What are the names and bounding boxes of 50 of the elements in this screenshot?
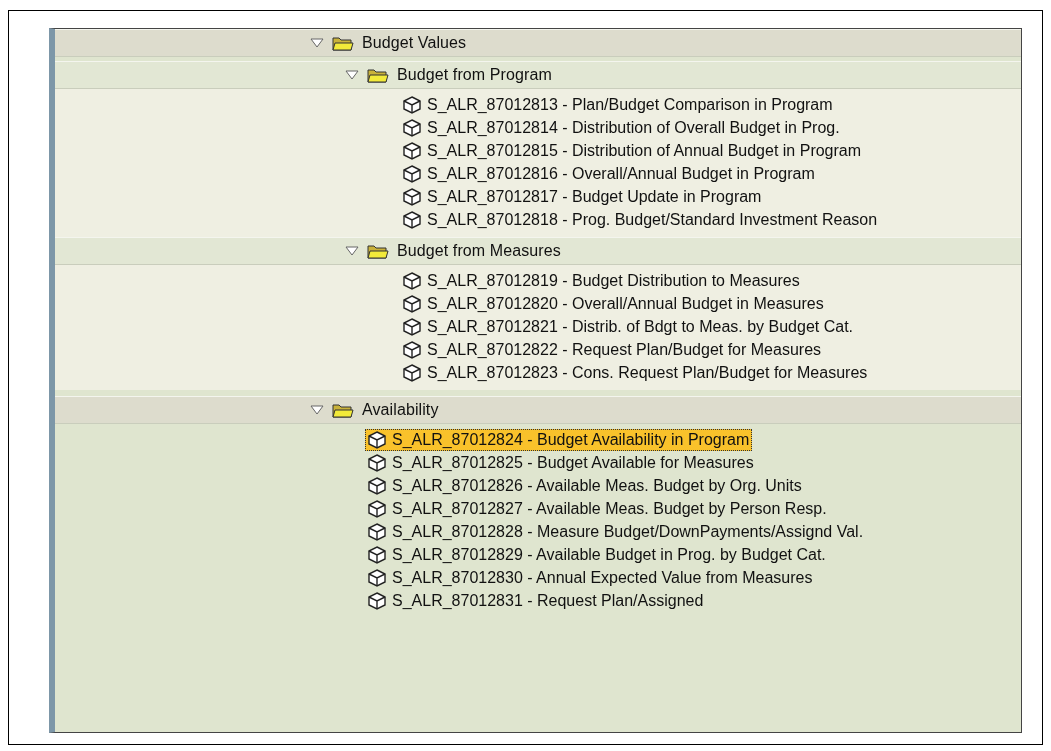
report-item[interactable]: S_ALR_87012830 - Annual Expected Value from Measures (365, 566, 816, 589)
report-item[interactable]: S_ALR_87012819 - Budget Distribution to Measures (400, 269, 803, 292)
report-item[interactable]: S_ALR_87012814 - Distribution of Overall Budget in Prog. (400, 116, 843, 139)
report-item[interactable]: S_ALR_87012823 - Cons. Request Plan/Budget for Measures (400, 361, 871, 384)
folder-icon (367, 67, 389, 83)
folder-icon (332, 35, 354, 51)
cube-icon (368, 453, 386, 472)
cube-icon (403, 271, 421, 290)
report-item[interactable]: S_ALR_87012817 - Budget Update in Program (400, 185, 765, 208)
cube-icon (368, 568, 386, 587)
report-item[interactable]: S_ALR_87012827 - Available Meas. Budget by Person Resp. (365, 497, 830, 520)
report-item[interactable]: S_ALR_87012813 - Plan/Budget Comparison in Program (400, 93, 836, 116)
collapse-triangle-icon[interactable] (345, 70, 359, 80)
report-item[interactable]: S_ALR_87012820 - Overall/Annual Budget in Measures (400, 292, 827, 315)
folder-label[interactable]: Budget Values (362, 34, 467, 52)
cube-icon (368, 430, 386, 449)
cube-icon (403, 141, 421, 160)
cube-icon (368, 499, 386, 518)
folder-label[interactable]: Budget from Measures (397, 242, 561, 260)
report-item[interactable]: S_ALR_87012829 - Available Budget in Prog. by Budget Cat. (365, 543, 829, 566)
report-item[interactable]: S_ALR_87012821 - Distrib. of Bdgt to Meas. by Budget Cat. (400, 315, 857, 338)
cube-icon (368, 545, 386, 564)
collapse-triangle-icon[interactable] (310, 38, 324, 48)
report-item[interactable]: S_ALR_87012816 - Overall/Annual Budget in Program (400, 162, 818, 185)
cube-icon (403, 340, 421, 359)
collapse-triangle-icon[interactable] (310, 405, 324, 415)
cube-icon (403, 294, 421, 313)
collapse-triangle-icon[interactable] (345, 246, 359, 256)
cube-icon (368, 522, 386, 541)
cube-icon (403, 363, 421, 382)
report-item[interactable]: S_ALR_87012815 - Distribution of Annual Budget in Program (400, 139, 865, 162)
cube-icon (403, 187, 421, 206)
report-item[interactable]: S_ALR_87012822 - Request Plan/Budget for Measures (400, 338, 825, 361)
cube-icon (403, 118, 421, 137)
folder-label[interactable]: Availability (362, 401, 439, 419)
report-item[interactable]: S_ALR_87012825 - Budget Available for Measures (365, 451, 757, 474)
report-item[interactable]: S_ALR_87012828 - Measure Budget/DownPayments/Assignd Val. (365, 520, 867, 543)
report-item[interactable]: S_ALR_87012831 - Request Plan/Assigned (365, 589, 707, 612)
cube-icon (403, 317, 421, 336)
cube-icon (403, 210, 421, 229)
cube-icon (403, 95, 421, 114)
report-item[interactable]: S_ALR_87012824 - Budget Availability in Program (365, 428, 753, 451)
folder-icon (332, 402, 354, 418)
report-item[interactable]: S_ALR_87012826 - Available Meas. Budget by Org. Units (365, 474, 805, 497)
folder-icon (367, 243, 389, 259)
cube-icon (368, 591, 386, 610)
cube-icon (368, 476, 386, 495)
report-item[interactable]: S_ALR_87012818 - Prog. Budget/Standard Investment Reason (400, 208, 881, 231)
folder-label[interactable]: Budget from Program (397, 66, 552, 84)
cube-icon (403, 164, 421, 183)
